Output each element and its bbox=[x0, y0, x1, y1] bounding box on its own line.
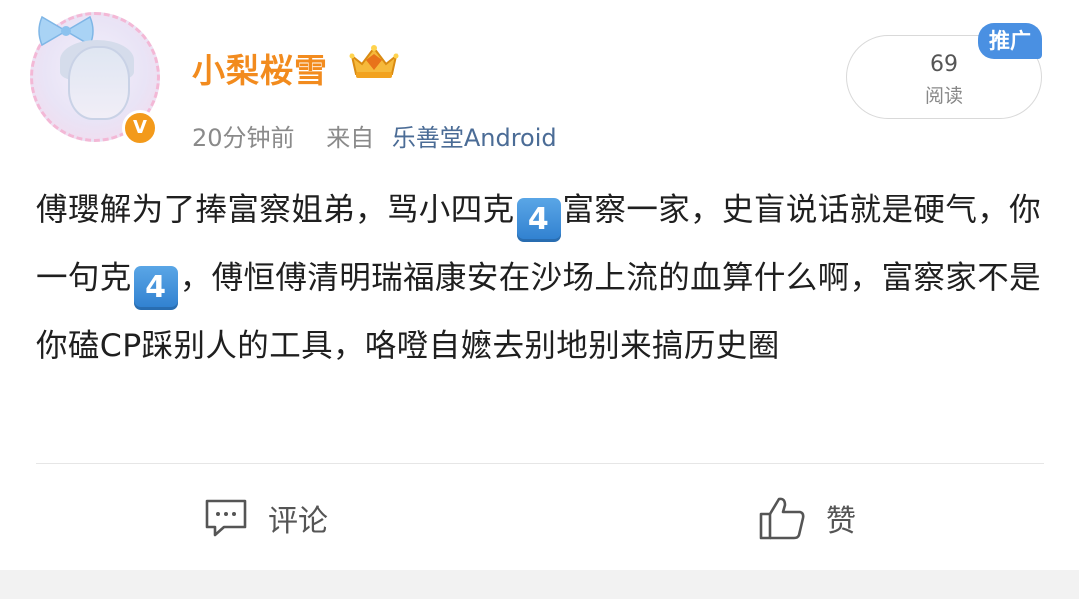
bottom-band bbox=[0, 570, 1079, 599]
crown-badge-icon[interactable] bbox=[346, 42, 402, 82]
username[interactable]: 小梨桜雪 bbox=[192, 44, 328, 92]
comment-icon bbox=[205, 499, 247, 537]
verified-badge: V bbox=[122, 110, 158, 146]
like-label: 赞 bbox=[826, 504, 856, 539]
like-button[interactable]: 赞 bbox=[758, 492, 856, 544]
post-meta: 20分钟前 来自 乐善堂Android bbox=[192, 118, 557, 153]
avatar[interactable]: V bbox=[30, 12, 160, 147]
keycap-4-icon: 4 bbox=[133, 266, 178, 310]
post-text-segment: ，傅恒傅清明瑞福康安在沙场上流的血算什么啊，富察家不是你磕CP踩别人的工具，咯噔… bbox=[36, 260, 1042, 364]
promo-tag: 推广 bbox=[978, 23, 1042, 59]
post-body: 傅瓔解为了捧富察姐弟，骂小四克 4 富察一家，史盲说话就是硬气，你一句克 4 ，傅恒傅清… bbox=[36, 176, 1046, 380]
thumbs-up-icon bbox=[759, 497, 805, 540]
comment-label: 评论 bbox=[268, 504, 328, 539]
comment-button[interactable]: 评论 bbox=[204, 492, 328, 544]
read-label: 阅读 bbox=[924, 85, 963, 107]
keycap-4-icon: 4 bbox=[516, 198, 561, 242]
divider bbox=[36, 463, 1044, 464]
avatar-face bbox=[68, 46, 130, 120]
post-text-segment: 傅瓔解为了捧富察姐弟，骂小四克 bbox=[36, 192, 515, 228]
source-prefix: 来自 bbox=[326, 124, 375, 152]
source-link[interactable]: 乐善堂Android bbox=[392, 124, 557, 152]
post-time: 20分钟前 bbox=[192, 124, 295, 152]
